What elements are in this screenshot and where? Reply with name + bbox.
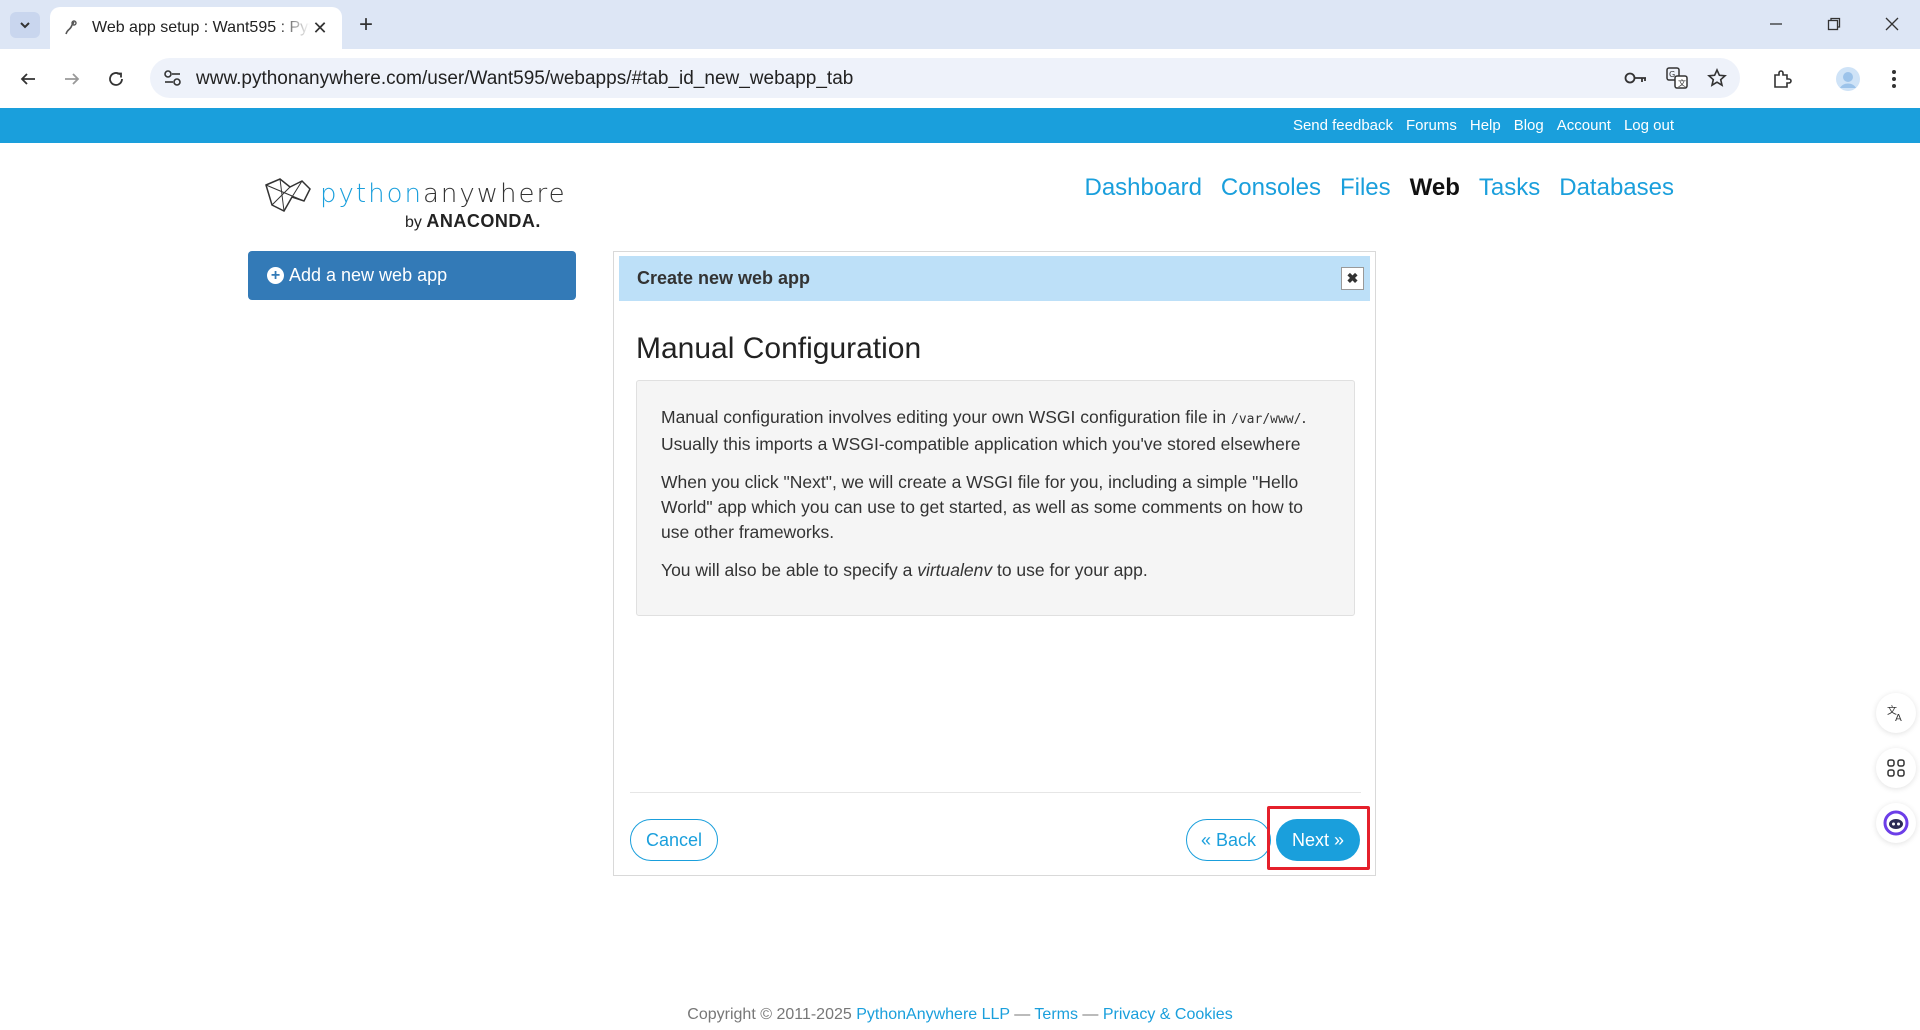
svg-text:A: A	[1895, 713, 1902, 723]
company-link[interactable]: PythonAnywhere LLP	[856, 1006, 1010, 1023]
add-new-webapp-button[interactable]: + Add a new web app	[248, 251, 576, 300]
create-webapp-dialog: Create new web app ✖ Manual Configuratio…	[613, 251, 1376, 876]
nav-databases[interactable]: Databases	[1559, 174, 1674, 202]
top-links-bar: Send feedback Forums Help Blog Account L…	[0, 108, 1920, 143]
browser-toolbar: www.pythonanywhere.com/user/Want595/weba…	[0, 49, 1920, 108]
account-link[interactable]: Account	[1557, 117, 1611, 134]
bookmark-star-icon[interactable]	[1705, 67, 1729, 89]
nav-web[interactable]: Web	[1410, 174, 1460, 202]
translate-icon[interactable]: G文	[1665, 67, 1689, 89]
translate-float-button[interactable]: 文A	[1876, 693, 1916, 733]
footer: Copyright © 2011-2025 PythonAnywhere LLP…	[687, 1006, 1233, 1023]
nav-consoles[interactable]: Consoles	[1221, 174, 1321, 202]
info-paragraph-3: You will also be able to specify a virtu…	[661, 560, 1148, 580]
dialog-header: Create new web app ✖	[619, 256, 1370, 301]
back-button[interactable]	[12, 63, 44, 95]
reload-button[interactable]	[100, 63, 132, 95]
terms-link[interactable]: Terms	[1034, 1006, 1078, 1023]
back-button[interactable]: « Back	[1186, 819, 1271, 861]
browser-tab[interactable]: Web app setup : Want595 : PythonAnywhere…	[50, 7, 342, 49]
dialog-close-icon[interactable]: ✖	[1341, 267, 1364, 290]
extensions-puzzle-icon[interactable]	[1766, 63, 1798, 95]
snake-logo-icon	[265, 178, 311, 212]
plus-circle-icon: +	[267, 267, 284, 284]
browser-tab-bar: Web app setup : Want595 : PythonAnywhere…	[0, 0, 1920, 49]
send-feedback-link[interactable]: Send feedback	[1293, 117, 1393, 134]
assistant-face-icon	[1883, 810, 1909, 836]
minimize-icon	[1770, 23, 1782, 25]
cancel-button[interactable]: Cancel	[630, 819, 718, 861]
info-box: Manual configuration involves editing yo…	[636, 380, 1355, 616]
new-tab-button[interactable]: +	[352, 11, 380, 39]
pythonanywhere-favicon-icon	[62, 19, 80, 37]
arrow-left-icon	[20, 73, 35, 85]
apps-float-button[interactable]	[1876, 748, 1916, 788]
forums-link[interactable]: Forums	[1406, 117, 1457, 134]
page-title: Manual Configuration	[636, 332, 922, 365]
info-paragraph-2: When you click "Next", we will create a …	[661, 472, 1304, 542]
logout-link[interactable]: Log out	[1624, 117, 1674, 134]
tab-close-icon[interactable]: ✕	[310, 18, 330, 38]
restore-icon	[1827, 17, 1841, 31]
close-window-button[interactable]	[1864, 8, 1920, 40]
address-bar[interactable]: www.pythonanywhere.com/user/Want595/weba…	[150, 58, 1740, 98]
close-icon	[1885, 17, 1899, 31]
logo-by-anaconda: by ANACONDA.	[405, 211, 541, 231]
minimize-button[interactable]	[1748, 8, 1804, 40]
next-button-highlight	[1267, 806, 1370, 870]
tab-search-button[interactable]	[10, 12, 40, 38]
assistant-float-button[interactable]	[1876, 803, 1916, 843]
apps-grid-icon	[1887, 759, 1905, 777]
arrow-right-icon	[65, 73, 80, 85]
nav-tasks[interactable]: Tasks	[1479, 174, 1540, 202]
svg-text:G: G	[1669, 70, 1675, 79]
add-new-webapp-label: Add a new web app	[289, 265, 448, 285]
svg-text:文: 文	[1678, 78, 1686, 88]
restore-button[interactable]	[1806, 8, 1862, 40]
main-nav: Dashboard Consoles Files Web Tasks Datab…	[1085, 174, 1675, 202]
nav-dashboard[interactable]: Dashboard	[1085, 174, 1202, 202]
help-link[interactable]: Help	[1470, 117, 1501, 134]
profile-avatar[interactable]	[1832, 63, 1864, 95]
privacy-link[interactable]: Privacy & Cookies	[1103, 1006, 1233, 1023]
site-settings-icon[interactable]	[162, 68, 184, 88]
browser-menu-icon[interactable]	[1878, 63, 1910, 95]
password-key-icon[interactable]	[1624, 67, 1648, 89]
reload-icon	[109, 72, 123, 86]
pythonanywhere-logo[interactable]: pythonanywhere by ANACONDA.	[262, 173, 565, 235]
forward-button[interactable]	[56, 63, 88, 95]
logo-wordmark: pythonanywhere	[320, 179, 567, 209]
info-paragraph-1: Manual configuration involves editing yo…	[661, 407, 1307, 454]
url-text[interactable]: www.pythonanywhere.com/user/Want595/weba…	[196, 68, 853, 90]
blog-link[interactable]: Blog	[1514, 117, 1544, 134]
dialog-title: Create new web app	[637, 268, 811, 288]
divider	[630, 792, 1361, 793]
tab-title: Web app setup : Want595 : PythonAnywhere	[92, 19, 310, 36]
nav-files[interactable]: Files	[1340, 174, 1391, 202]
translate-icon: 文A	[1887, 704, 1902, 723]
chevron-down-icon	[20, 22, 30, 29]
